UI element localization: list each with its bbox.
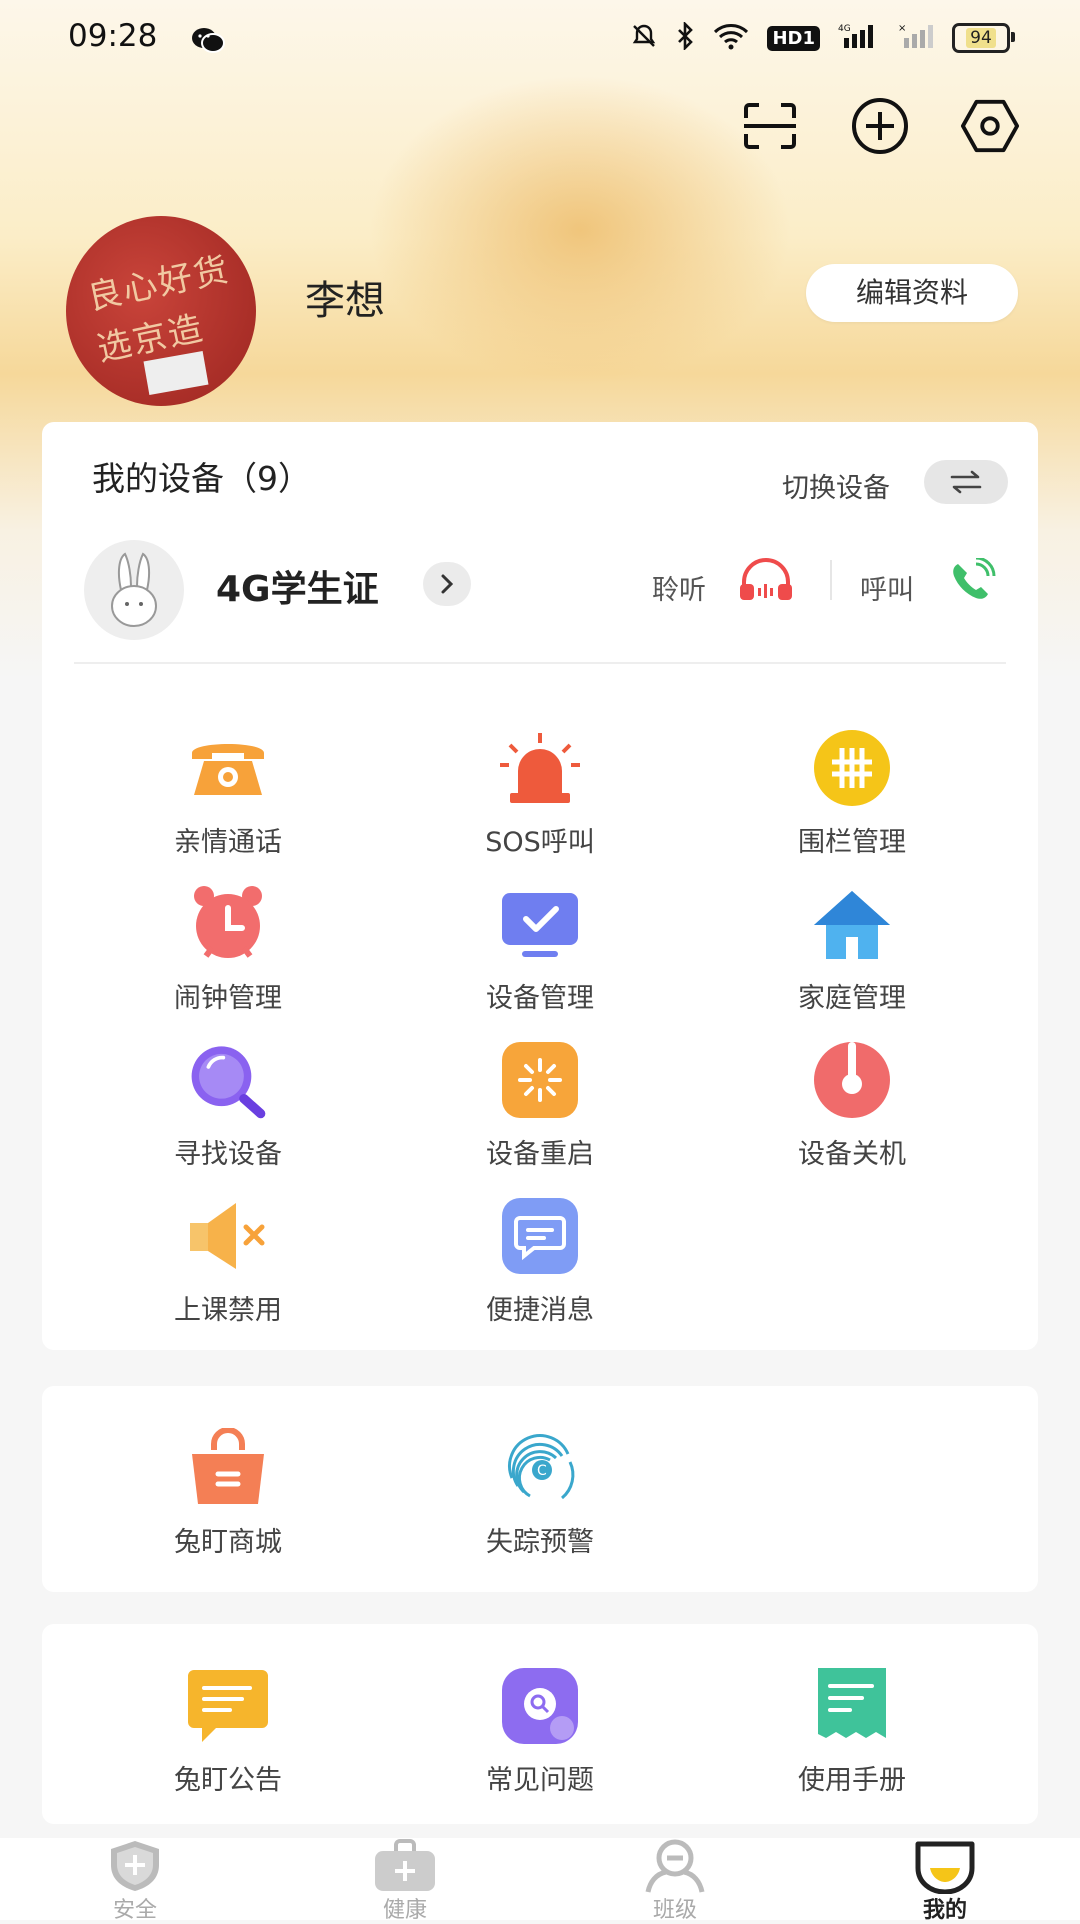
help-announcement[interactable]: 兔盯公告	[128, 1664, 328, 1797]
tab-me[interactable]: 我的	[895, 1838, 995, 1924]
shopping-bag-icon	[186, 1426, 270, 1510]
wechat-icon	[190, 26, 226, 58]
services-card: 兔盯商城 C 失踪预警	[42, 1386, 1038, 1592]
power-icon	[810, 1038, 894, 1122]
fence-icon	[810, 726, 894, 810]
wifi-icon	[713, 22, 749, 54]
announcement-icon	[186, 1664, 270, 1748]
manual-icon	[810, 1664, 894, 1748]
device-name[interactable]: 4G学生证	[216, 560, 379, 612]
mute-icon	[186, 1194, 270, 1278]
scan-icon[interactable]	[740, 96, 800, 156]
edit-profile-button[interactable]: 编辑资料	[806, 264, 1018, 322]
magnifier-icon	[186, 1038, 270, 1122]
feature-fence-management[interactable]: 围栏管理	[752, 726, 952, 859]
medical-kit-icon	[355, 1838, 455, 1894]
alarm-siren-icon	[498, 726, 582, 810]
feature-sos-call[interactable]: SOS呼叫	[440, 726, 640, 859]
feature-alarm-management[interactable]: 闹钟管理	[128, 882, 328, 1015]
hd-badge: HD1	[767, 25, 820, 51]
switch-device-label[interactable]: 切换设备	[782, 466, 890, 505]
status-bar: 09:28 HD1 4G × 94	[0, 0, 1080, 80]
home-icon	[810, 882, 894, 966]
my-devices-card: 我的设备（9） 切换设备 4G学生证 聆听 呼叫 亲情通话 SOS呼叫 围栏管理	[42, 422, 1038, 1350]
tab-safety[interactable]: 安全	[85, 1838, 185, 1924]
service-mall[interactable]: 兔盯商城	[128, 1426, 328, 1559]
bottom-tab-bar: 安全 健康 班级 我的	[0, 1838, 1080, 1923]
feature-find-device[interactable]: 寻找设备	[128, 1038, 328, 1171]
phone-call-icon[interactable]	[948, 556, 996, 606]
svg-text:4G: 4G	[838, 24, 851, 34]
phone-icon	[186, 726, 270, 810]
devices-title: 我的设备（9）	[92, 459, 311, 498]
add-icon[interactable]	[850, 96, 910, 156]
feature-restart-device[interactable]: 设备重启	[440, 1038, 640, 1171]
feature-power-off[interactable]: 设备关机	[752, 1038, 952, 1171]
faq-icon	[498, 1664, 582, 1748]
feature-family-management[interactable]: 家庭管理	[752, 882, 952, 1015]
avatar[interactable]: 良心好货 选京造	[66, 216, 256, 406]
mute-bell-icon	[631, 23, 657, 53]
fingerprint-icon: C	[498, 1426, 582, 1510]
help-manual[interactable]: 使用手册	[752, 1664, 952, 1797]
alarm-clock-icon	[186, 882, 270, 966]
feature-device-management[interactable]: 设备管理	[440, 882, 640, 1015]
restart-icon	[498, 1038, 582, 1122]
tab-health[interactable]: 健康	[355, 1838, 455, 1924]
settings-icon[interactable]	[960, 96, 1020, 156]
listen-label[interactable]: 聆听	[652, 568, 706, 607]
chevron-right-icon[interactable]	[423, 562, 471, 606]
feature-quick-message[interactable]: 便捷消息	[440, 1194, 640, 1327]
help-card: 兔盯公告 常见问题 使用手册	[42, 1624, 1038, 1824]
help-faq[interactable]: 常见问题	[440, 1664, 640, 1797]
signal-icon: 4G	[838, 22, 880, 54]
device-avatar[interactable]	[84, 540, 184, 640]
me-icon	[895, 1838, 995, 1894]
switch-device-button[interactable]	[924, 460, 1008, 504]
feature-class-mode[interactable]: 上课禁用	[128, 1194, 328, 1327]
svg-text:C: C	[537, 1463, 547, 1479]
battery-indicator: 94	[952, 23, 1015, 53]
headphones-icon[interactable]	[736, 558, 796, 606]
svg-text:×: ×	[898, 23, 906, 34]
class-icon	[625, 1838, 725, 1894]
user-name: 李想	[305, 278, 385, 324]
shield-plus-icon	[85, 1838, 185, 1894]
message-icon	[498, 1194, 582, 1278]
service-missing-alert[interactable]: C 失踪预警	[440, 1426, 640, 1559]
bluetooth-icon	[675, 20, 695, 54]
tab-class[interactable]: 班级	[625, 1838, 725, 1924]
signal-weak-icon: ×	[898, 22, 934, 54]
feature-family-call[interactable]: 亲情通话	[128, 726, 328, 859]
call-label[interactable]: 呼叫	[860, 568, 914, 607]
status-time: 09:28	[68, 18, 158, 54]
monitor-check-icon	[498, 882, 582, 966]
